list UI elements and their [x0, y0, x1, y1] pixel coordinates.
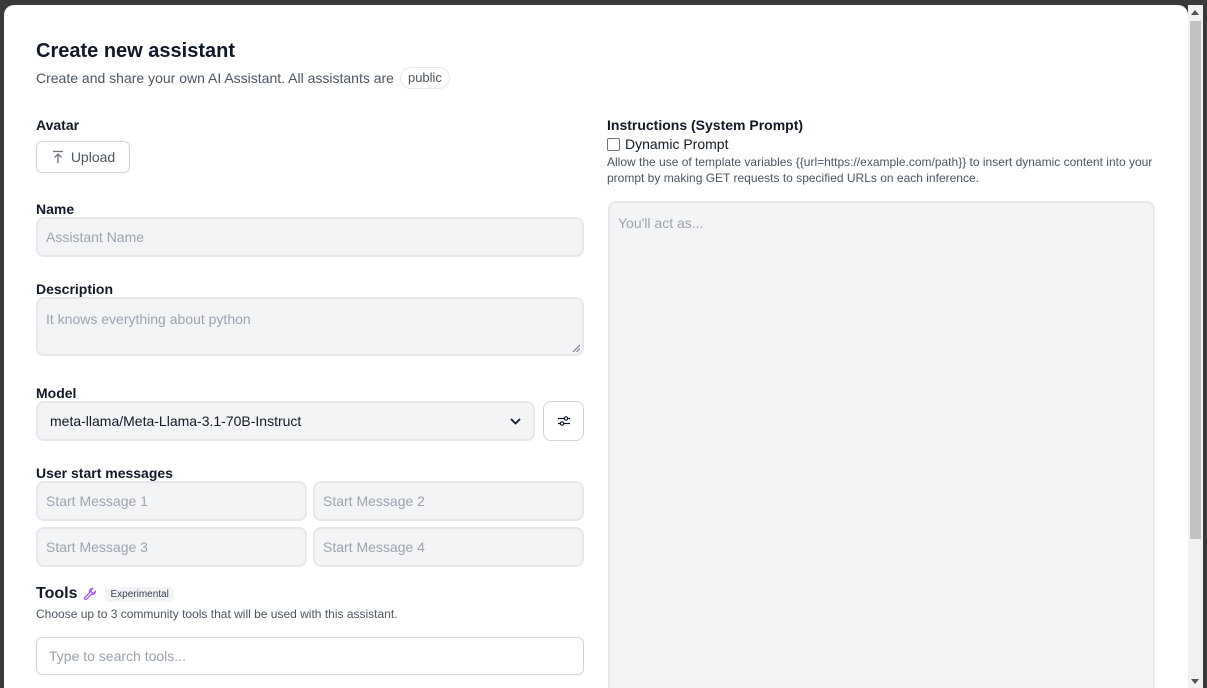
- page-subtitle: Create and share your own AI Assistant. …: [36, 67, 450, 89]
- dynamic-prompt-help: Allow the use of template variables {{ur…: [607, 155, 1153, 185]
- tools-description: Choose up to 3 community tools that will…: [36, 607, 398, 621]
- instructions-textarea[interactable]: You'll act as...: [608, 201, 1155, 688]
- instructions-label: Instructions (System Prompt): [607, 117, 804, 133]
- tools-search-input[interactable]: Type to search tools...: [36, 637, 584, 675]
- scroll-down-arrow[interactable]: [1191, 679, 1199, 684]
- page-title: Create new assistant: [36, 40, 235, 62]
- description-label: Description: [36, 281, 114, 297]
- description-placeholder: It knows everything about python: [46, 311, 251, 327]
- name-input[interactable]: Assistant Name: [36, 217, 584, 257]
- avatar-label: Avatar: [36, 117, 80, 133]
- start-message-2-placeholder: Start Message 2: [323, 493, 425, 509]
- start-messages-label: User start messages: [36, 465, 173, 481]
- resize-handle-icon[interactable]: [572, 344, 580, 352]
- subtitle-text: Create and share your own AI Assistant. …: [36, 70, 394, 86]
- model-selected-value: meta-llama/Meta-Llama-3.1-70B-Instruct: [50, 413, 302, 429]
- dynamic-prompt-label: Dynamic Prompt: [625, 136, 729, 152]
- description-textarea[interactable]: It knows everything about python: [36, 297, 584, 356]
- dynamic-prompt-row: Dynamic Prompt: [607, 136, 728, 152]
- model-settings-button[interactable]: [543, 401, 584, 441]
- start-message-4-placeholder: Start Message 4: [323, 539, 425, 555]
- name-label: Name: [36, 201, 75, 217]
- dynamic-prompt-checkbox[interactable]: [607, 137, 620, 151]
- wrench-icon: [84, 587, 97, 601]
- model-select[interactable]: meta-llama/Meta-Llama-3.1-70B-Instruct: [36, 401, 535, 441]
- experimental-badge: Experimental: [105, 586, 174, 602]
- tools-search-placeholder: Type to search tools...: [49, 648, 186, 664]
- start-message-3-placeholder: Start Message 3: [46, 539, 148, 555]
- scroll-thumb[interactable]: [1190, 21, 1201, 539]
- sliders-icon: [557, 416, 570, 426]
- start-message-1-placeholder: Start Message 1: [46, 493, 148, 509]
- tools-title: Tools: [36, 585, 78, 602]
- model-label: Model: [36, 385, 77, 401]
- tools-header: Tools Experimental: [36, 585, 174, 603]
- upload-icon: [52, 150, 63, 163]
- upload-label: Upload: [70, 149, 116, 165]
- create-assistant-modal: Create new assistant Create and share yo…: [4, 5, 1188, 688]
- start-message-3-input[interactable]: Start Message 3: [36, 527, 307, 567]
- modal-content: Create new assistant Create and share yo…: [36, 5, 1156, 688]
- instructions-placeholder: You'll act as...: [618, 215, 704, 231]
- page-scrollbar[interactable]: [1188, 5, 1203, 688]
- start-message-1-input[interactable]: Start Message 1: [36, 481, 307, 521]
- chevron-down-icon: [510, 417, 521, 425]
- visibility-badge: public: [399, 67, 450, 89]
- start-message-2-input[interactable]: Start Message 2: [313, 481, 584, 521]
- start-message-4-input[interactable]: Start Message 4: [313, 527, 584, 567]
- upload-button[interactable]: Upload: [36, 141, 130, 173]
- name-placeholder: Assistant Name: [46, 229, 145, 245]
- scroll-up-arrow[interactable]: [1191, 10, 1199, 15]
